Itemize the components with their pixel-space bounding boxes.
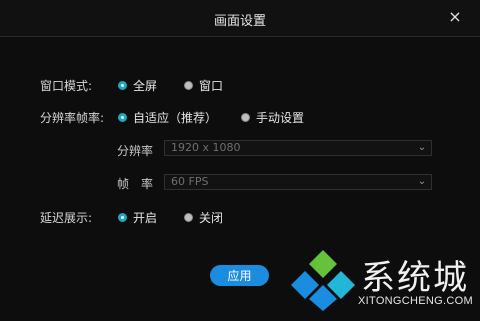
resolution-label: 分辨率 xyxy=(117,144,154,158)
logo-green-diamond xyxy=(309,250,337,278)
radio-delay-on[interactable]: 开启 xyxy=(118,209,157,226)
watermark-text: 系统城 xyxy=(361,258,469,298)
settings-dialog: 画面设置 × 窗口模式: 全屏 窗口 分辨率帧率: 自适应（推荐） 手动设置 分… xyxy=(0,0,480,321)
radio-windowed-label: 窗口 xyxy=(199,79,224,93)
radio-manual-label: 手动设置 xyxy=(256,111,305,125)
radio-fullscreen[interactable]: 全屏 xyxy=(118,77,157,94)
framerate-label: 帧 率 xyxy=(117,177,154,191)
resolution-select-value: 1920 x 1080 xyxy=(171,141,241,154)
resolution-select[interactable]: 1920 x 1080 ⌄ xyxy=(164,140,432,156)
titlebar: 画面设置 × xyxy=(0,0,480,37)
radio-adaptive[interactable]: 自适应（推荐） xyxy=(118,109,217,126)
radio-windowed-dot xyxy=(184,81,193,90)
radio-windowed[interactable]: 窗口 xyxy=(184,77,223,94)
radio-adaptive-label: 自适应（推荐） xyxy=(133,111,218,125)
resolution-rate-label: 分辨率帧率: xyxy=(40,111,105,125)
delay-display-label: 延迟展示: xyxy=(40,211,93,225)
apply-button[interactable]: 应用 xyxy=(210,265,269,286)
radio-fullscreen-dot xyxy=(118,81,127,90)
chevron-down-icon: ⌄ xyxy=(417,176,427,187)
radio-delay-off[interactable]: 关闭 xyxy=(184,209,223,226)
watermark-logo-icon xyxy=(291,250,355,311)
apply-button-label: 应用 xyxy=(227,269,252,283)
radio-delay-off-dot xyxy=(184,213,193,222)
close-icon[interactable]: × xyxy=(446,8,464,26)
radio-manual[interactable]: 手动设置 xyxy=(241,109,304,126)
radio-fullscreen-label: 全屏 xyxy=(133,79,158,93)
radio-delay-off-label: 关闭 xyxy=(199,211,224,225)
window-mode-label: 窗口模式: xyxy=(40,79,93,93)
radio-manual-dot xyxy=(241,113,250,122)
radio-delay-on-dot xyxy=(118,213,127,222)
dialog-title: 画面设置 xyxy=(213,14,266,29)
radio-adaptive-dot xyxy=(118,113,127,122)
watermark-url: XITONGCHENG.COM xyxy=(358,295,473,307)
framerate-select[interactable]: 60 FPS ⌄ xyxy=(164,174,432,190)
framerate-select-value: 60 FPS xyxy=(171,175,209,188)
radio-delay-on-label: 开启 xyxy=(133,211,158,225)
chevron-down-icon: ⌄ xyxy=(417,142,427,153)
